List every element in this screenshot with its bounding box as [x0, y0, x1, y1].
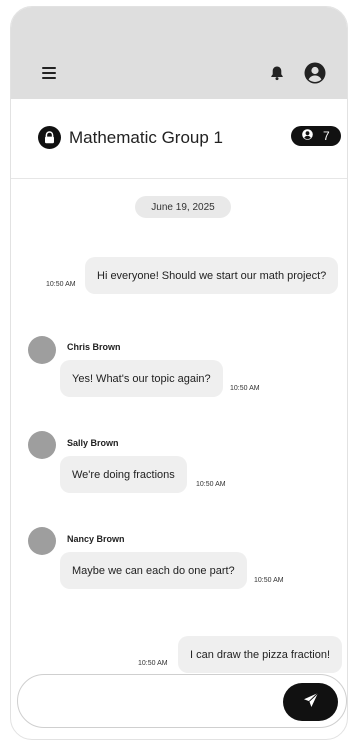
member-count: 7	[323, 129, 330, 143]
app-top-bar	[11, 7, 347, 99]
sender-name: Chris Brown	[67, 342, 121, 352]
date-separator: June 19, 2025	[135, 196, 231, 218]
person-icon	[302, 127, 313, 145]
sender-avatar[interactable]	[28, 527, 56, 555]
sender-name: Sally Brown	[67, 438, 119, 448]
sender-avatar[interactable]	[28, 431, 56, 459]
message-time: 10:50 AM	[230, 385, 260, 392]
send-button[interactable]	[283, 683, 338, 721]
member-count-badge[interactable]: 7	[291, 126, 341, 146]
message-input[interactable]	[38, 685, 278, 717]
hamburger-menu-icon[interactable]	[42, 67, 56, 79]
lock-icon	[38, 126, 61, 149]
sender-name: Nancy Brown	[67, 534, 125, 544]
message-time: 10:50 AM	[46, 281, 76, 288]
message-time: 10:50 AM	[138, 660, 168, 667]
user-avatar-icon[interactable]	[304, 62, 326, 84]
incoming-message-bubble[interactable]: Maybe we can each do one part?	[60, 552, 247, 589]
paper-plane-icon	[303, 692, 319, 713]
group-header: Mathematic Group 1 7	[11, 99, 347, 179]
group-title: Mathematic Group 1	[69, 128, 224, 147]
message-time: 10:50 AM	[196, 481, 226, 488]
phone-frame: Mathematic Group 1 7 June 19, 2025 10:50…	[10, 6, 348, 740]
outgoing-message-bubble[interactable]: I can draw the pizza fraction!	[178, 636, 343, 673]
bell-icon[interactable]	[269, 65, 285, 81]
incoming-message-bubble[interactable]: We're doing fractions	[60, 456, 187, 493]
message-composer	[17, 674, 347, 728]
incoming-message-bubble[interactable]: Yes! What's our topic again?	[60, 360, 223, 397]
message-time: 10:50 AM	[254, 577, 284, 584]
sender-avatar[interactable]	[28, 336, 56, 364]
outgoing-message-bubble[interactable]: Hi everyone! Should we start our math pr…	[85, 257, 339, 294]
